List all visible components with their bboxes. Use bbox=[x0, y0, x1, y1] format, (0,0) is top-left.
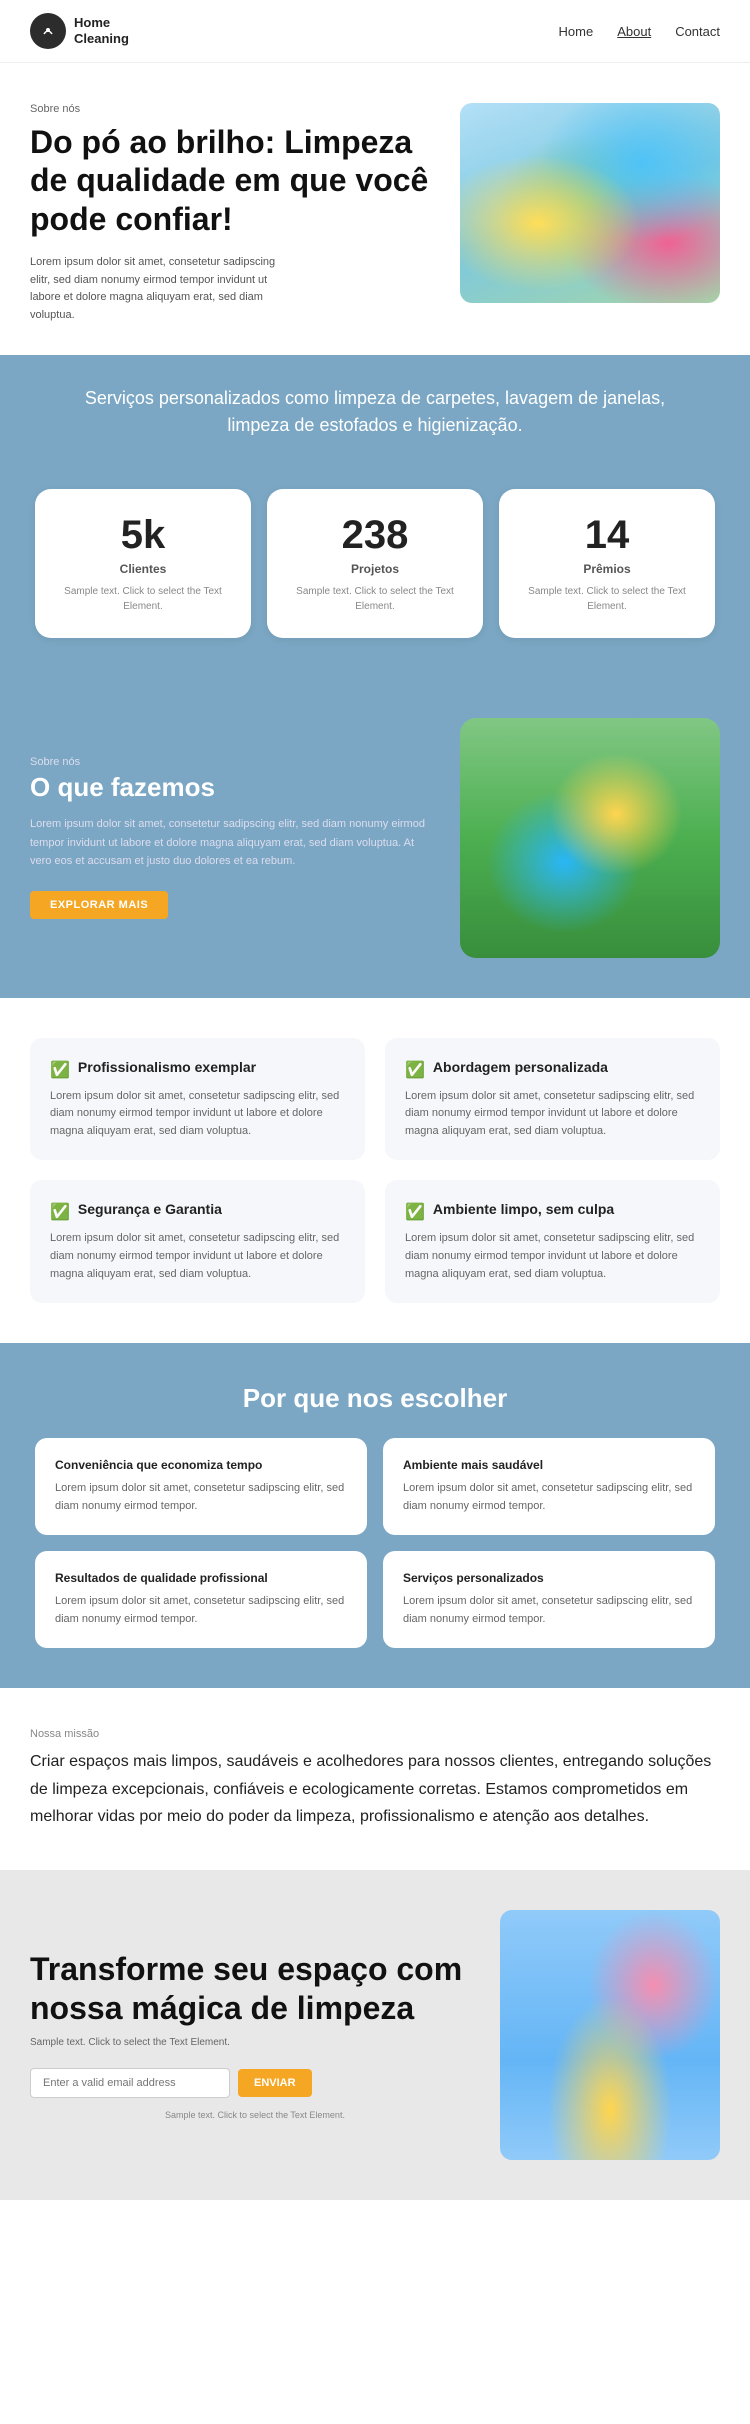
logo-icon bbox=[30, 13, 66, 49]
feature-title-4: Ambiente limpo, sem culpa bbox=[433, 1200, 614, 1218]
feature-title-1: Profissionalismo exemplar bbox=[78, 1058, 256, 1076]
stat-card-awards: 14 Prêmios Sample text. Click to select … bbox=[499, 489, 715, 638]
services-banner-text: Serviços personalizados como limpeza de … bbox=[60, 385, 690, 439]
feature-desc-4: Lorem ipsum dolor sit amet, consetetur s… bbox=[405, 1230, 700, 1283]
check-icon-2: ✅ bbox=[405, 1060, 425, 1080]
why-card-health: Ambiente mais saudável Lorem ipsum dolor… bbox=[383, 1438, 715, 1535]
features-grid: ✅ Profissionalismo exemplar Lorem ipsum … bbox=[30, 1038, 720, 1304]
cta-section: Transforme seu espaço com nossa mágica d… bbox=[0, 1870, 750, 2200]
why-card-title-1: Conveniência que economiza tempo bbox=[55, 1458, 347, 1472]
nav-about[interactable]: About bbox=[617, 24, 651, 39]
feature-title-2: Abordagem personalizada bbox=[433, 1058, 608, 1076]
why-grid: Conveniência que economiza tempo Lorem i… bbox=[35, 1438, 715, 1648]
hero-text: Sobre nós Do pó ao brilho: Limpeza de qu… bbox=[30, 103, 440, 325]
feature-header-1: ✅ Profissionalismo exemplar bbox=[50, 1058, 345, 1080]
why-section: Por que nos escolher Conveniência que ec… bbox=[0, 1343, 750, 1688]
why-card-time: Conveniência que economiza tempo Lorem i… bbox=[35, 1438, 367, 1535]
why-card-quality: Resultados de qualidade profissional Lor… bbox=[35, 1551, 367, 1648]
about-description: Lorem ipsum dolor sit amet, consetetur s… bbox=[30, 815, 430, 871]
why-card-desc-2: Lorem ipsum dolor sit amet, consetetur s… bbox=[403, 1480, 695, 1515]
about-content: Sobre nós O que fazemos Lorem ipsum dolo… bbox=[30, 756, 430, 919]
stats-grid: 5k Clientes Sample text. Click to select… bbox=[35, 489, 715, 638]
email-input[interactable] bbox=[30, 2068, 230, 2098]
hero-section-label: Sobre nós bbox=[30, 103, 440, 115]
why-card-desc-1: Lorem ipsum dolor sit amet, consetetur s… bbox=[55, 1480, 347, 1515]
submit-button[interactable]: ENVIAR bbox=[238, 2069, 312, 2097]
about-section: Sobre nós O que fazemos Lorem ipsum dolo… bbox=[0, 678, 750, 998]
feature-desc-2: Lorem ipsum dolor sit amet, consetetur s… bbox=[405, 1088, 700, 1141]
feature-header-3: ✅ Segurança e Garantia bbox=[50, 1200, 345, 1222]
about-label: Sobre nós bbox=[30, 756, 430, 768]
stat-number-awards: 14 bbox=[519, 513, 695, 558]
stat-desc-awards: Sample text. Click to select the Text El… bbox=[519, 584, 695, 614]
hero-description: Lorem ipsum dolor sit amet, consetetur s… bbox=[30, 254, 290, 324]
feature-card-personalized: ✅ Abordagem personalizada Lorem ipsum do… bbox=[385, 1038, 720, 1161]
stat-number-projects: 238 bbox=[287, 513, 463, 558]
why-card-title-2: Ambiente mais saudável bbox=[403, 1458, 695, 1472]
explore-button[interactable]: EXPLORAR MAIS bbox=[30, 891, 168, 919]
stat-card-clients: 5k Clientes Sample text. Click to select… bbox=[35, 489, 251, 638]
hero-section: Sobre nós Do pó ao brilho: Limpeza de qu… bbox=[0, 63, 750, 355]
hero-title: Do pó ao brilho: Limpeza de qualidade em… bbox=[30, 123, 440, 238]
feature-card-eco: ✅ Ambiente limpo, sem culpa Lorem ipsum … bbox=[385, 1180, 720, 1303]
feature-desc-3: Lorem ipsum dolor sit amet, consetetur s… bbox=[50, 1230, 345, 1283]
why-title: Por que nos escolher bbox=[30, 1383, 720, 1414]
stat-label-projects: Projetos bbox=[287, 562, 463, 576]
cta-title: Transforme seu espaço com nossa mágica d… bbox=[30, 1950, 480, 2027]
hero-image bbox=[460, 103, 720, 303]
feature-card-professionalism: ✅ Profissionalismo exemplar Lorem ipsum … bbox=[30, 1038, 365, 1161]
why-card-title-3: Resultados de qualidade profissional bbox=[55, 1571, 347, 1585]
check-icon-3: ✅ bbox=[50, 1202, 70, 1222]
features-section: ✅ Profissionalismo exemplar Lorem ipsum … bbox=[0, 998, 750, 1344]
stat-desc-projects: Sample text. Click to select the Text El… bbox=[287, 584, 463, 614]
cta-footer-text: Sample text. Click to select the Text El… bbox=[30, 2110, 480, 2120]
nav-links: Home About Contact bbox=[559, 24, 720, 39]
cta-content: Transforme seu espaço com nossa mágica d… bbox=[30, 1950, 480, 2120]
why-card-desc-4: Lorem ipsum dolor sit amet, consetetur s… bbox=[403, 1593, 695, 1628]
nav-contact[interactable]: Contact bbox=[675, 24, 720, 39]
check-icon-1: ✅ bbox=[50, 1060, 70, 1080]
logo: Home Cleaning bbox=[30, 13, 129, 49]
feature-title-3: Segurança e Garantia bbox=[78, 1200, 222, 1218]
stat-number-clients: 5k bbox=[55, 513, 231, 558]
cta-image bbox=[500, 1910, 720, 2160]
stat-label-clients: Clientes bbox=[55, 562, 231, 576]
stat-card-projects: 238 Projetos Sample text. Click to selec… bbox=[267, 489, 483, 638]
feature-card-security: ✅ Segurança e Garantia Lorem ipsum dolor… bbox=[30, 1180, 365, 1303]
stat-desc-clients: Sample text. Click to select the Text El… bbox=[55, 584, 231, 614]
navbar: Home Cleaning Home About Contact bbox=[0, 0, 750, 63]
why-card-title-4: Serviços personalizados bbox=[403, 1571, 695, 1585]
cta-description: Sample text. Click to select the Text El… bbox=[30, 2037, 480, 2048]
stat-label-awards: Prêmios bbox=[519, 562, 695, 576]
logo-text: Home Cleaning bbox=[74, 15, 129, 46]
feature-desc-1: Lorem ipsum dolor sit amet, consetetur s… bbox=[50, 1088, 345, 1141]
check-icon-4: ✅ bbox=[405, 1202, 425, 1222]
mission-section: Nossa missão Criar espaços mais limpos, … bbox=[0, 1688, 750, 1870]
about-image bbox=[460, 718, 720, 958]
mission-label: Nossa missão bbox=[30, 1728, 720, 1740]
why-card-desc-3: Lorem ipsum dolor sit amet, consetetur s… bbox=[55, 1593, 347, 1628]
feature-header-2: ✅ Abordagem personalizada bbox=[405, 1058, 700, 1080]
why-card-custom: Serviços personalizados Lorem ipsum dolo… bbox=[383, 1551, 715, 1648]
feature-header-4: ✅ Ambiente limpo, sem culpa bbox=[405, 1200, 700, 1222]
cta-form: ENVIAR bbox=[30, 2068, 480, 2098]
mission-text: Criar espaços mais limpos, saudáveis e a… bbox=[30, 1748, 720, 1830]
stats-section: 5k Clientes Sample text. Click to select… bbox=[0, 469, 750, 678]
nav-home[interactable]: Home bbox=[559, 24, 594, 39]
about-title: O que fazemos bbox=[30, 772, 430, 803]
services-banner: Serviços personalizados como limpeza de … bbox=[0, 355, 750, 469]
